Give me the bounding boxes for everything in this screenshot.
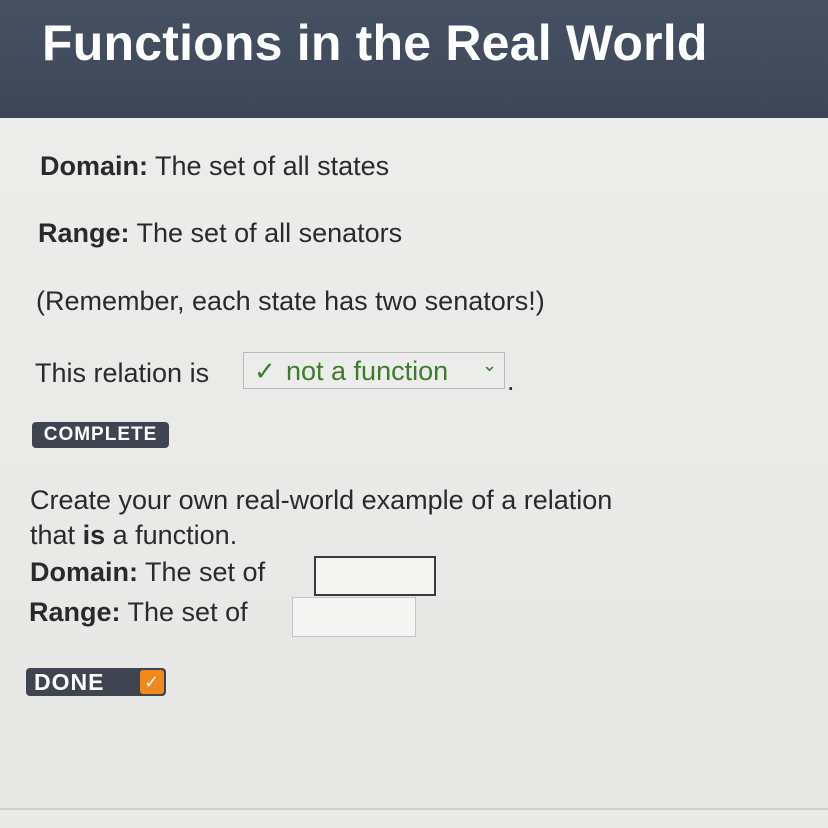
bottom-divider <box>0 808 828 810</box>
create-instruction-line1: Create your own real-world example of a … <box>30 485 613 515</box>
chevron-down-icon[interactable]: ⌄ <box>482 355 497 376</box>
range-input[interactable] <box>292 597 416 637</box>
done-label: DONE <box>34 669 105 695</box>
domain-text: The set of all states <box>155 151 390 181</box>
instruction-pre: that <box>30 520 76 550</box>
domain-statement: Domain: The set of all states <box>40 151 389 182</box>
checkmark-icon: ✓ <box>254 356 276 386</box>
check-icon: ✓ <box>140 670 164 694</box>
complete-badge: COMPLETE <box>32 422 169 448</box>
instruction-emphasis: is <box>82 520 106 550</box>
create-domain-row: Domain: The set of <box>30 557 265 588</box>
domain-input[interactable] <box>314 556 436 596</box>
page-title: Functions in the Real World <box>42 15 708 71</box>
range-label: Range: <box>38 218 130 248</box>
done-button[interactable]: DONE ✓ <box>26 668 166 696</box>
domain-label: Domain: <box>40 151 148 181</box>
relation-prompt: This relation is <box>35 358 210 388</box>
range-statement: Range: The set of all senators <box>38 218 402 249</box>
range-text: The set of all senators <box>136 218 403 248</box>
instruction-post: a function. <box>112 520 238 550</box>
create-domain-text: The set of <box>145 557 266 587</box>
selected-answer: not a function <box>286 356 449 386</box>
page-header: Functions in the Real World <box>0 0 828 118</box>
create-range-label: Range: <box>29 597 121 627</box>
sentence-period: . <box>507 366 515 396</box>
create-range-text: The set of <box>127 597 248 627</box>
create-domain-label: Domain: <box>30 557 138 587</box>
create-range-row: Range: The set of <box>29 597 248 628</box>
create-instruction-line2: that is a function. <box>30 520 237 551</box>
reminder-note: (Remember, each state has two senators!) <box>36 286 545 316</box>
function-answer-select[interactable]: ✓ not a function ⌄ <box>243 352 505 389</box>
